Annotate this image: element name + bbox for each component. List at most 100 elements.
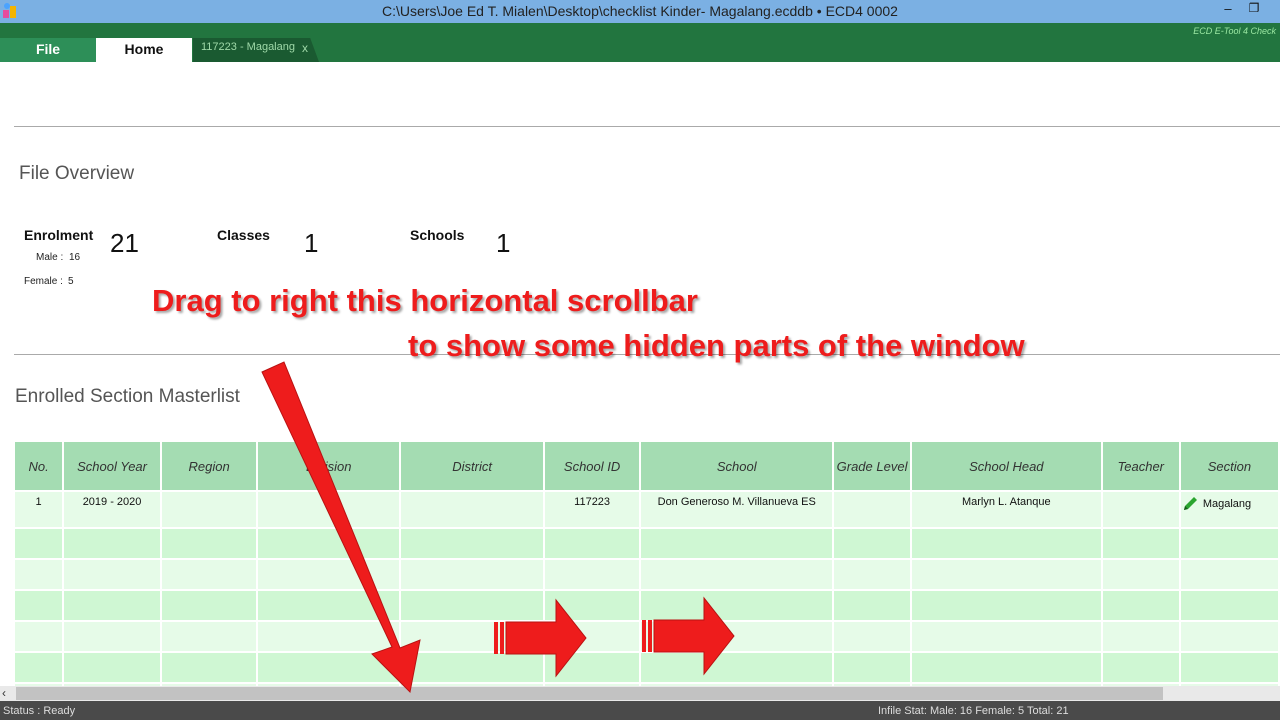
table-cell — [640, 620, 835, 652]
tab-home[interactable]: Home — [96, 38, 192, 62]
cell-region — [160, 490, 259, 528]
schools-value: 1 — [496, 228, 511, 258]
tab-file[interactable]: File — [0, 38, 96, 62]
column-header-section[interactable]: Section — [1179, 442, 1280, 491]
table-cell — [1101, 527, 1181, 559]
tab-document-label: 117223 - Magalang — [201, 41, 295, 53]
annotation-line-2: to show some hidden parts of the window — [408, 328, 1025, 363]
table-cell — [640, 527, 835, 559]
table-cell — [400, 558, 545, 590]
table-cell — [833, 620, 912, 652]
table-cell — [63, 651, 162, 683]
scrollbar-thumb[interactable] — [16, 687, 1163, 700]
column-header-school-head[interactable]: School Head — [910, 442, 1103, 491]
table-header-row: No. School Year Region Division District… — [15, 442, 1280, 491]
table-row[interactable] — [15, 558, 1280, 590]
table-cell — [543, 558, 642, 590]
cell-division — [257, 490, 402, 528]
table-cell — [1179, 589, 1280, 621]
table-cell — [910, 651, 1103, 683]
status-bar: Status : Ready Infile Stat: Male: 16 Fem… — [0, 701, 1280, 720]
table-cell — [833, 527, 912, 559]
file-overview-title: File Overview — [19, 163, 135, 184]
enrolment-value: 21 — [110, 228, 139, 258]
cell-school-year: 2019 - 2020 — [63, 490, 162, 528]
table-cell — [910, 527, 1103, 559]
classes-label: Classes — [217, 227, 270, 243]
masterlist-table[interactable]: No. School Year Region Division District… — [15, 442, 1280, 686]
table-cell — [63, 527, 162, 559]
annotation-line-1: Drag to right this horizontal scrollbar — [152, 283, 698, 318]
ribbon-bar — [0, 23, 1280, 62]
table-cell — [160, 558, 259, 590]
tab-document[interactable]: 117223 - Magalang x — [193, 38, 319, 62]
table-row[interactable]: 1 2019 - 2020 117223 Don Generoso M. Vil… — [15, 490, 1280, 528]
table-cell — [910, 558, 1103, 590]
cell-no: 1 — [15, 490, 65, 528]
column-header-no[interactable]: No. — [15, 442, 65, 491]
table-cell — [257, 558, 402, 590]
column-header-school[interactable]: School — [640, 442, 835, 491]
column-header-school-id[interactable]: School ID — [543, 442, 642, 491]
female-value: 5 — [68, 276, 74, 287]
table-cell — [543, 651, 642, 683]
chevron-left-icon[interactable]: ‹ — [2, 686, 14, 701]
column-header-grade-level[interactable]: Grade Level — [833, 442, 912, 491]
column-header-school-year[interactable]: School Year — [63, 442, 162, 491]
tab-close-button[interactable]: x — [302, 41, 308, 55]
cell-section: Magalang — [1179, 490, 1280, 528]
masterlist-title: Enrolled Section Masterlist — [15, 386, 240, 407]
table-cell — [1101, 558, 1181, 590]
cell-school-id: 117223 — [543, 490, 642, 528]
table-cell — [15, 620, 65, 652]
divider — [14, 126, 1280, 127]
title-bar: C:\Users\Joe Ed T. Mialen\Desktop\checkl… — [0, 0, 1280, 23]
table-row[interactable] — [15, 620, 1280, 652]
cell-school: Don Generoso M. Villanueva ES — [640, 490, 835, 528]
table-cell — [910, 589, 1103, 621]
window-title: C:\Users\Joe Ed T. Mialen\Desktop\checkl… — [382, 3, 898, 19]
table-cell — [63, 620, 162, 652]
table-row[interactable] — [15, 527, 1280, 559]
table-cell — [910, 620, 1103, 652]
table-cell — [160, 589, 259, 621]
table-cell — [160, 620, 259, 652]
table-cell — [63, 589, 162, 621]
table-row[interactable] — [15, 651, 1280, 683]
table-cell — [543, 527, 642, 559]
male-value: 16 — [69, 252, 81, 263]
column-header-region[interactable]: Region — [160, 442, 259, 491]
table-cell — [257, 620, 402, 652]
table-cell — [160, 651, 259, 683]
status-text: Status : Ready — [3, 705, 76, 717]
table-cell — [257, 527, 402, 559]
section-name: Magalang — [1202, 498, 1252, 510]
cell-school-head: Marlyn L. Atanque — [910, 490, 1103, 528]
column-header-teacher[interactable]: Teacher — [1101, 442, 1181, 491]
minimize-button[interactable]: – — [1220, 1, 1236, 21]
table-cell — [1179, 651, 1280, 683]
infile-stat: Infile Stat: Male: 16 Female: 5 Total: 2… — [878, 705, 1069, 717]
table-cell — [543, 589, 642, 621]
cell-district — [400, 490, 545, 528]
brand-label: ECD E-Tool 4 Check — [1193, 26, 1276, 36]
column-header-district[interactable]: District — [400, 442, 545, 491]
table-cell — [400, 589, 545, 621]
pencil-edit-icon[interactable] — [1182, 496, 1200, 512]
restore-button[interactable]: ❐ — [1246, 1, 1262, 21]
schools-label: Schools — [410, 227, 465, 243]
male-label: Male : — [36, 252, 64, 263]
cell-grade-level — [833, 490, 912, 528]
table-cell — [1101, 620, 1181, 652]
cell-teacher — [1101, 490, 1181, 528]
table-cell — [160, 527, 259, 559]
table-cell — [400, 527, 545, 559]
horizontal-scrollbar[interactable]: ‹ — [0, 686, 1280, 701]
table-cell — [63, 558, 162, 590]
table-row[interactable] — [15, 589, 1280, 621]
table-cell — [15, 589, 65, 621]
column-header-division[interactable]: Division — [257, 442, 402, 491]
classes-value: 1 — [304, 228, 319, 258]
table-cell — [15, 527, 65, 559]
table-cell — [640, 651, 835, 683]
